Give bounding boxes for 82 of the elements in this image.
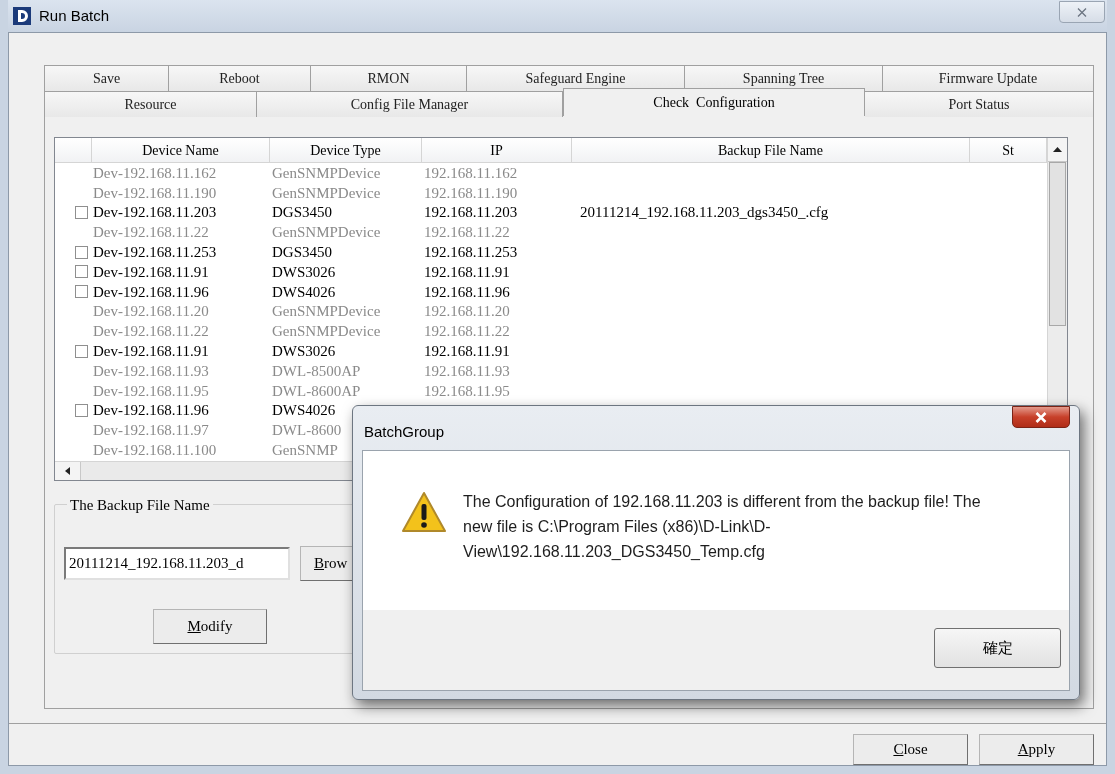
column-header[interactable]: Device Type (310, 139, 381, 161)
column-header[interactable]: Backup File Name (718, 139, 823, 161)
table-cell: DGS3450 (272, 244, 332, 261)
table-cell: 192.168.11.91 (424, 343, 510, 360)
table-cell: DWL-8500AP (272, 362, 361, 379)
table-cell: Dev-192.168.11.93 (93, 362, 209, 379)
tab[interactable]: Check Configuration (563, 88, 865, 116)
scroll-thumb[interactable] (1049, 162, 1066, 326)
table-cell: 192.168.11.20 (424, 303, 510, 320)
tab[interactable]: Port Status (865, 91, 1094, 117)
column-header[interactable]: IP (490, 139, 503, 161)
tab[interactable]: Spanning Tree (685, 65, 883, 91)
up-arrow-icon (1053, 147, 1062, 152)
table-cell: Dev-192.168.11.100 (93, 442, 217, 459)
ok-button[interactable]: 確定 (934, 628, 1061, 668)
table-cell: 192.168.11.253 (424, 244, 518, 261)
tab[interactable]: Safeguard Engine (467, 65, 685, 91)
table-cell: 192.168.11.190 (424, 184, 518, 201)
file-name-field[interactable]: 20111214_192.168.11.203_d (64, 547, 290, 580)
table-cell: DWS3026 (272, 263, 336, 280)
table-cell: Dev-192.168.11.97 (93, 422, 209, 439)
window-title: Run Batch (39, 5, 110, 26)
table-cell: GenSNMPDevice (272, 164, 381, 181)
close-icon (1035, 411, 1047, 423)
table-cell: 192.168.11.96 (424, 283, 510, 300)
table-cell: GenSNMPDevice (272, 224, 381, 241)
table-cell: DWS3026 (272, 343, 336, 360)
tab[interactable]: Reboot (169, 65, 311, 91)
table-cell: DWL-8600AP (272, 382, 361, 399)
table-cell: 192.168.11.95 (424, 382, 510, 399)
close-icon (1077, 7, 1087, 17)
table-cell: Dev-192.168.11.91 (93, 343, 209, 360)
table-cell: DWS4026 (272, 283, 336, 300)
scroll-up-button[interactable] (1048, 138, 1067, 162)
tab[interactable]: RMON (311, 65, 467, 91)
app-logo-icon (13, 7, 31, 25)
checkbox[interactable] (75, 285, 88, 299)
table-cell: 192.168.11.93 (424, 362, 510, 379)
tab[interactable]: Config File Manager (257, 91, 563, 117)
checkbox[interactable] (75, 403, 88, 417)
table-cell: 20111214_192.168.11.203_dgs3450_.cfg (580, 204, 829, 221)
column-header[interactable]: Device Name (142, 139, 219, 161)
table-cell: GenSNMPDevice (272, 184, 381, 201)
left-arrow-icon (65, 467, 70, 475)
table-cell: Dev-192.168.11.20 (93, 303, 209, 320)
checkbox[interactable] (75, 344, 88, 358)
table-cell: Dev-192.168.11.22 (93, 224, 209, 241)
table-cell: Dev-192.168.11.96 (93, 283, 209, 300)
column-header[interactable]: St (1002, 139, 1014, 161)
table-cell: DWS4026 (272, 402, 336, 419)
table-cell: Dev-192.168.11.95 (93, 382, 209, 399)
table-cell: Dev-192.168.11.190 (93, 184, 217, 201)
dialog-title: BatchGroup (364, 422, 445, 442)
table-cell: Dev-192.168.11.203 (93, 204, 217, 221)
table-cell: Dev-192.168.11.162 (93, 164, 217, 181)
table-cell: DGS3450 (272, 204, 332, 221)
warning-icon (401, 491, 447, 533)
table-cell: GenSNMPDevice (272, 303, 381, 320)
table-cell: DWL-8600 (272, 422, 342, 439)
dialog-button[interactable]: Close (853, 734, 968, 765)
table-cell: Dev-192.168.11.253 (93, 244, 217, 261)
checkbox[interactable] (75, 206, 88, 219)
dialog-message: The Configuration of 192.168.11.203 is different from the backup file! The new file is C:\Program Files (x86)\D-Link\D-View\192.168.11.203_DGS3450_Temp.cfg (463, 492, 982, 562)
modify-button[interactable]: Modify (153, 609, 267, 644)
checkbox[interactable] (75, 245, 88, 259)
table-cell: Dev-192.168.11.22 (93, 323, 209, 340)
tab[interactable]: Save (44, 65, 169, 91)
close-button[interactable] (1012, 406, 1070, 428)
scroll-left-button[interactable] (55, 462, 81, 480)
table-cell: 192.168.11.203 (424, 204, 518, 221)
checkbox[interactable] (75, 265, 88, 279)
tab[interactable]: Resource (44, 91, 257, 117)
table-cell: 192.168.11.22 (424, 323, 510, 340)
table-cell: 192.168.11.22 (424, 224, 510, 241)
table-cell: 192.168.11.91 (424, 263, 510, 280)
tab[interactable]: Firmware Update (883, 65, 1094, 91)
table-cell: GenSNMPDevice (272, 323, 381, 340)
table-cell: 192.168.11.162 (424, 164, 518, 181)
table-cell: Dev-192.168.11.91 (93, 263, 209, 280)
table-cell: GenSNMP (272, 442, 338, 459)
table-cell: Dev-192.168.11.96 (93, 402, 209, 419)
dialog-button[interactable]: Apply (979, 734, 1094, 765)
